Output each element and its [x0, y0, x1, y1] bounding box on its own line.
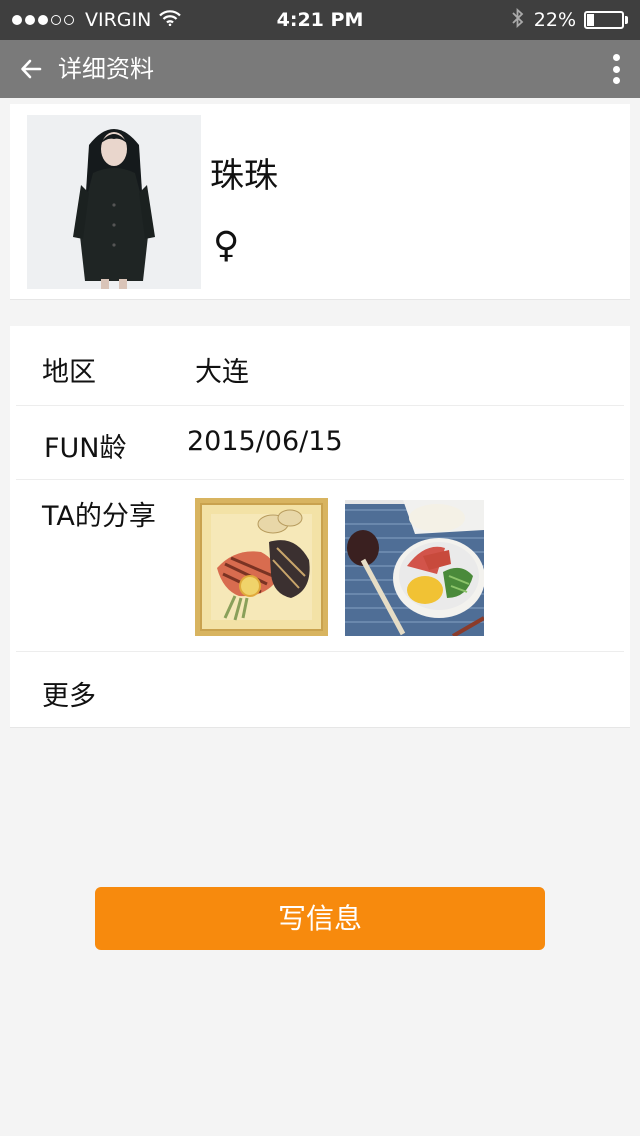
carrier-name: VIRGIN — [85, 9, 152, 31]
more-label[interactable]: 更多 — [42, 674, 96, 713]
status-left: VIRGIN — [12, 0, 182, 40]
battery-percent: 22% — [533, 9, 576, 31]
region-value: 大连 — [195, 357, 249, 388]
shares-label: TA的分享 — [42, 501, 156, 532]
back-arrow-icon[interactable] — [16, 54, 46, 84]
shared-photo-grilled-fish[interactable] — [195, 498, 328, 636]
shared-photo-rice-bowl[interactable] — [345, 500, 484, 636]
send-message-button[interactable]: 写信息 — [95, 887, 545, 950]
fun-age-value: 2015/06/15 — [187, 426, 343, 457]
female-gender-icon: ♀ — [213, 225, 240, 266]
nav-bar: 详细资料 — [0, 40, 640, 98]
battery-tip — [625, 16, 628, 24]
profile-card — [10, 104, 630, 300]
divider — [16, 651, 624, 652]
profile-name: 珠珠 — [210, 156, 278, 196]
avatar[interactable] — [27, 115, 201, 289]
status-right: 22% — [512, 0, 628, 40]
battery-icon — [584, 11, 624, 29]
region-label: 地区 — [42, 357, 96, 388]
wifi-icon — [159, 9, 182, 31]
bluetooth-icon — [512, 7, 524, 33]
signal-strength-icon — [12, 15, 77, 25]
status-bar: VIRGIN 4:21 PM 22% — [0, 0, 640, 40]
divider — [16, 479, 624, 480]
info-card: 地区 大连 FUN龄 2015/06/15 TA的分享 更多 — [10, 326, 630, 728]
divider — [16, 405, 624, 406]
page-title: 详细资料 — [58, 55, 154, 83]
more-vertical-icon[interactable] — [606, 52, 626, 86]
fun-age-label: FUN龄 — [44, 433, 127, 464]
